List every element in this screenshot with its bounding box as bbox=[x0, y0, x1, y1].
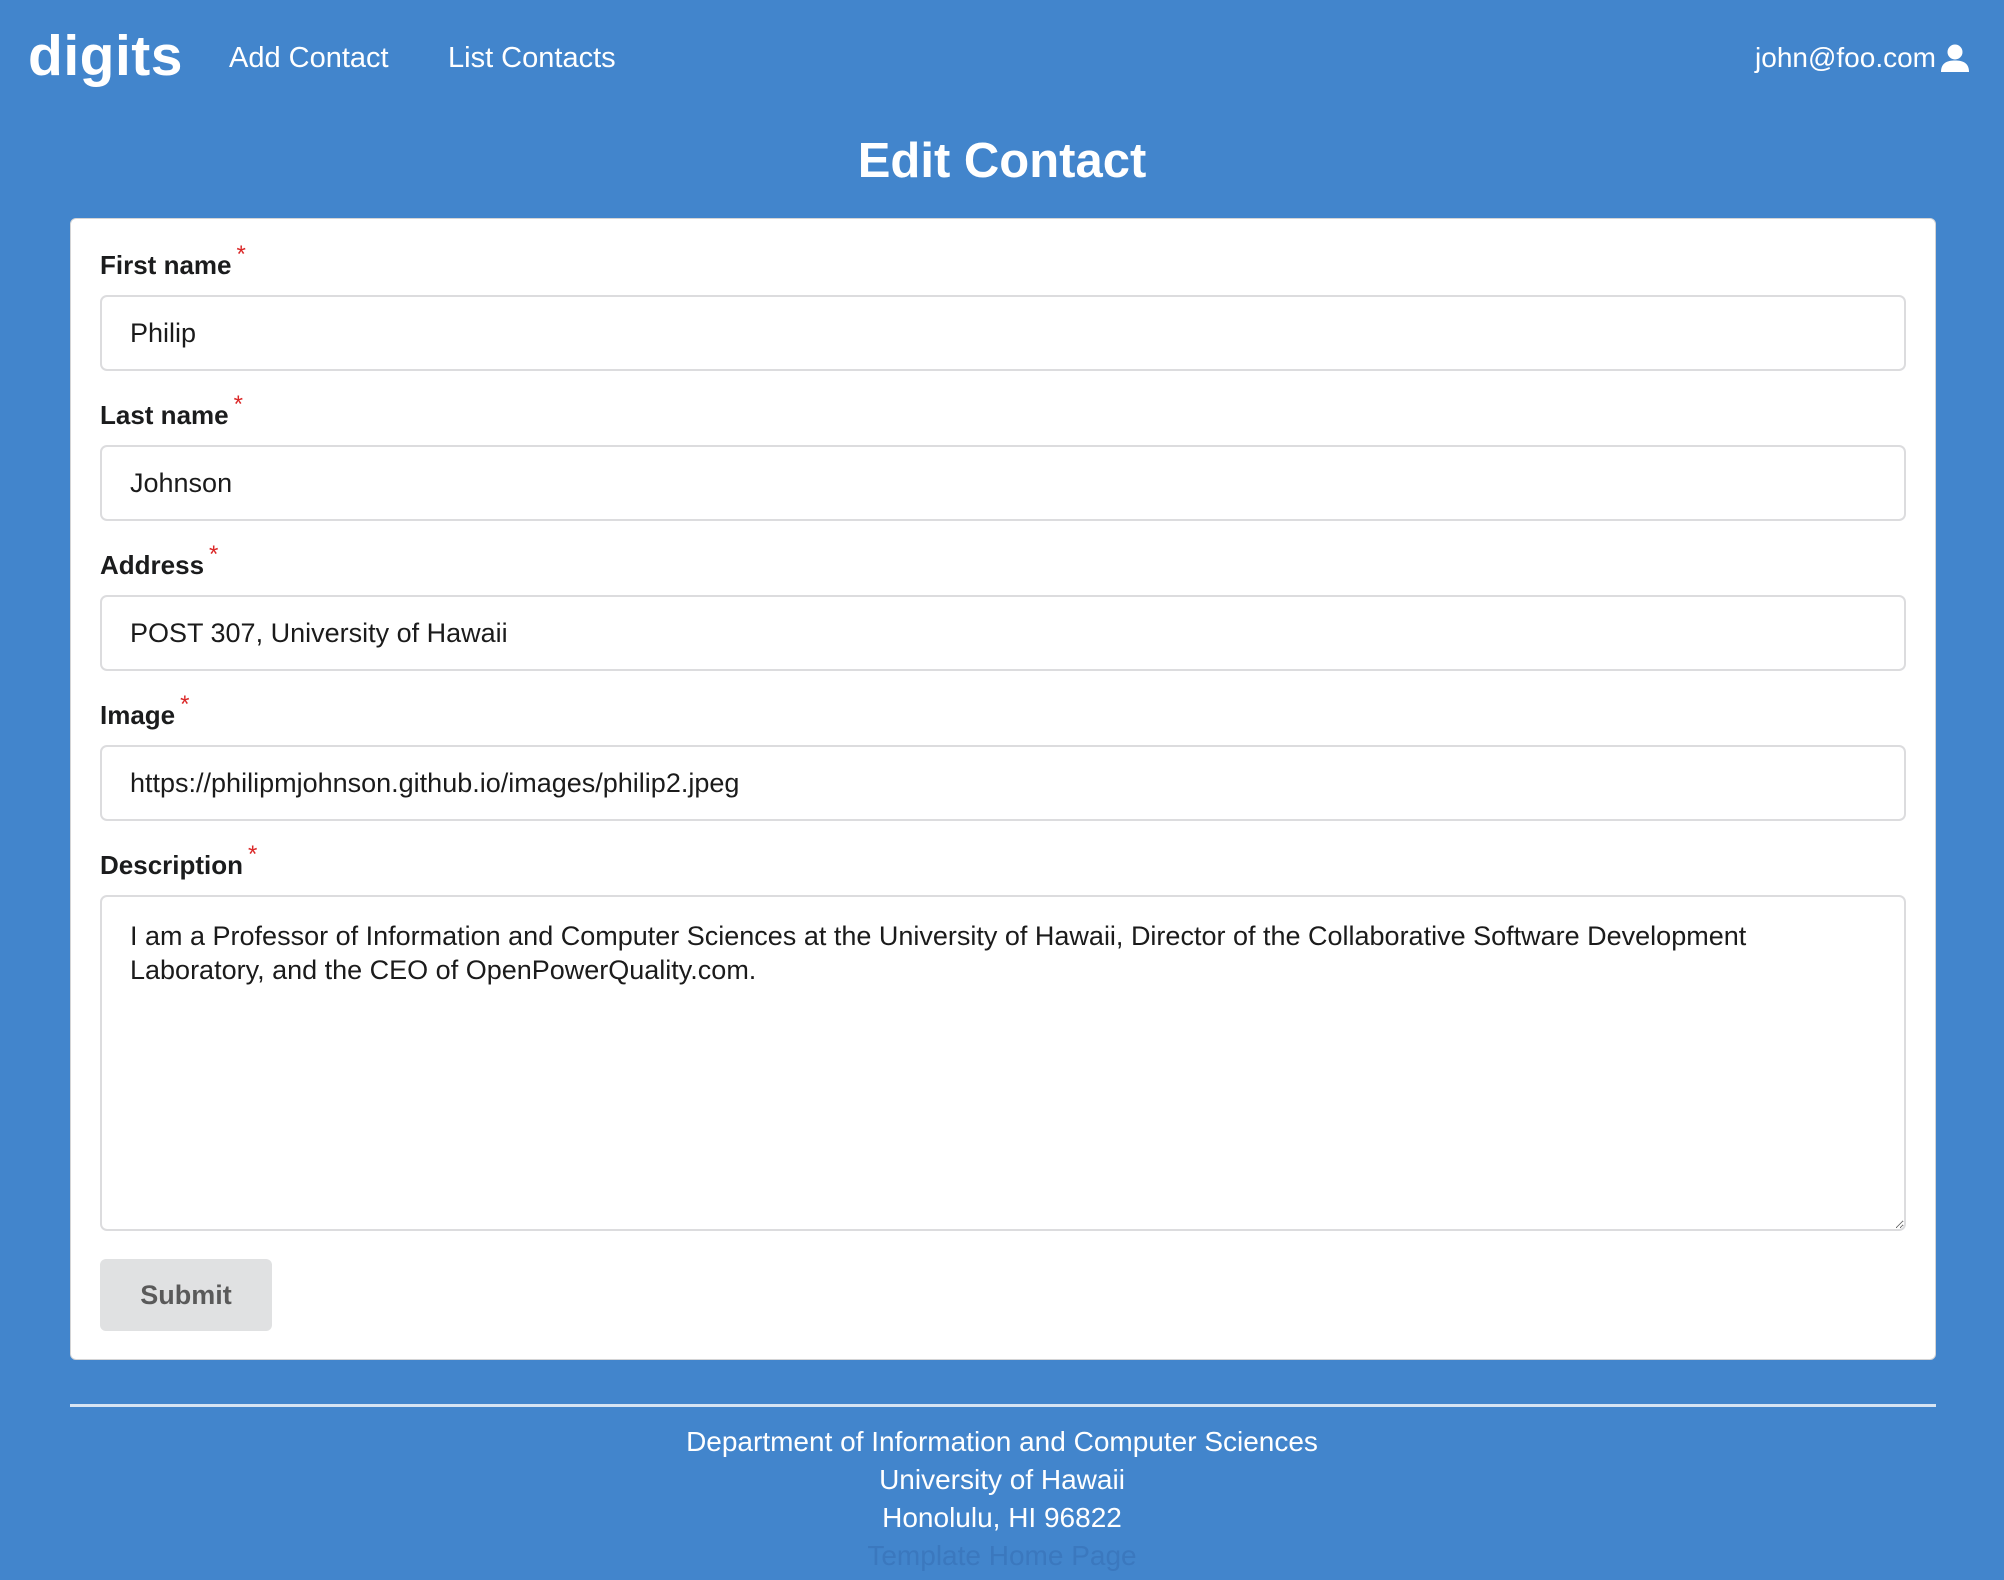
description-textarea[interactable]: I am a Professor of Information and Comp… bbox=[100, 895, 1906, 1231]
first-name-label-text: First name bbox=[100, 250, 232, 280]
last-name-label-text: Last name bbox=[100, 400, 229, 430]
footer-template-link-row: Template Home Page bbox=[0, 1537, 2004, 1575]
user-icon bbox=[1941, 44, 1969, 72]
template-home-page-link[interactable]: Template Home Page bbox=[867, 1540, 1136, 1571]
description-label-text: Description bbox=[100, 850, 244, 880]
footer-department: Department of Information and Computer S… bbox=[686, 1426, 1318, 1457]
required-marker: * bbox=[248, 841, 258, 868]
user-menu[interactable]: john@foo.com bbox=[1755, 38, 1970, 78]
user-email: john@foo.com bbox=[1755, 42, 1936, 73]
required-marker: * bbox=[180, 691, 190, 718]
page-title: Edit Contact bbox=[857, 134, 1147, 188]
submit-button[interactable]: Submit bbox=[100, 1259, 272, 1331]
last-name-label: Last name * bbox=[100, 391, 243, 435]
brand-logo[interactable]: digits bbox=[28, 18, 183, 94]
last-name-input[interactable] bbox=[100, 445, 1906, 521]
footer-university: University of Hawaii bbox=[879, 1464, 1125, 1495]
required-marker: * bbox=[236, 241, 246, 268]
required-marker: * bbox=[209, 541, 219, 568]
nav-list-contacts-link[interactable]: List Contacts bbox=[448, 38, 616, 78]
address-input[interactable] bbox=[100, 595, 1906, 671]
description-label: Description * bbox=[100, 841, 257, 885]
required-marker: * bbox=[233, 391, 243, 418]
address-label-text: Address bbox=[100, 550, 205, 580]
top-navbar: digits Add Contact List Contacts john@fo… bbox=[0, 0, 2004, 116]
image-url-input[interactable] bbox=[100, 745, 1906, 821]
image-label-text: Image bbox=[100, 700, 176, 730]
footer-city: Honolulu, HI 96822 bbox=[882, 1502, 1122, 1533]
first-name-input[interactable] bbox=[100, 295, 1906, 371]
nav-add-contact-link[interactable]: Add Contact bbox=[229, 38, 389, 78]
edit-contact-form: First name* Last name* Address* Image* D… bbox=[70, 218, 1936, 1360]
first-name-label: First name * bbox=[100, 241, 246, 285]
image-label: Image * bbox=[100, 691, 190, 735]
footer-divider bbox=[70, 1404, 1936, 1407]
address-label: Address * bbox=[100, 541, 218, 585]
